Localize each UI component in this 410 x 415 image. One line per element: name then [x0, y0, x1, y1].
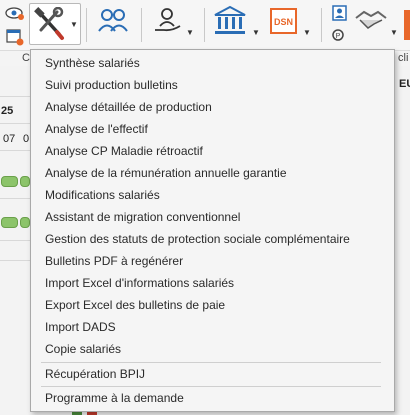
grid-line: [0, 96, 30, 97]
menu-item-recuperation-bpij[interactable]: Récupération BPIJ: [31, 363, 394, 385]
menu-item-suivi-production-bulletins[interactable]: Suivi production bulletins: [31, 74, 394, 96]
svg-text:P: P: [336, 33, 341, 40]
menu-item-export-excel-bulletins[interactable]: Export Excel des bulletins de paie: [31, 294, 394, 316]
menu-item-gestion-statuts-protection[interactable]: Gestion des statuts de protection social…: [31, 228, 394, 250]
svg-text:DSN: DSN: [274, 17, 293, 27]
status-pill[interactable]: [1, 176, 18, 187]
handshake-icon: [355, 10, 387, 29]
view-eye-button[interactable]: [4, 4, 26, 22]
person-hand-icon: [155, 8, 181, 32]
menu-item-bulletins-pdf-regenerer[interactable]: Bulletins PDF à regénérer: [31, 250, 394, 272]
status-pill[interactable]: [20, 217, 30, 228]
calendar-icon: [6, 29, 24, 46]
menu-item-analyse-cp-maladie[interactable]: Analyse CP Maladie rétroactif: [31, 140, 394, 162]
chevron-down-icon: ▼: [186, 28, 194, 37]
chevron-down-icon: ▼: [303, 28, 311, 37]
ribbon-toolbar: ▼ ▼ ▼ DSN ▼ P ▼: [0, 0, 410, 51]
day-number: 25: [1, 105, 14, 117]
contact-card-icon: [332, 5, 347, 21]
menu-item-modifications-salaries[interactable]: Modifications salariés: [31, 184, 394, 206]
ribbon-group-label-left: C: [22, 52, 30, 64]
person-settings-icon: P: [332, 29, 344, 41]
menu-item-import-excel-informations[interactable]: Import Excel d'informations salariés: [31, 272, 394, 294]
menu-item-import-dads[interactable]: Import DADS: [31, 316, 394, 338]
calendar-settings-button[interactable]: [4, 27, 26, 47]
eye-settings-icon: [5, 7, 24, 20]
menu-item-analyse-remuneration-garantie[interactable]: Analyse de la rémunération annuelle gara…: [31, 162, 394, 184]
toolbar-separator: [86, 8, 87, 42]
grid-line: [0, 260, 30, 261]
chevron-down-icon: ▼: [252, 28, 260, 37]
menu-item-analyse-detaillee-production[interactable]: Analyse détaillée de production: [31, 96, 394, 118]
social-care-button[interactable]: ▼: [150, 4, 194, 42]
institution-building-icon: [214, 5, 246, 34]
organisms-button[interactable]: ▼: [212, 4, 260, 42]
ribbon-group-label-right: cli: [398, 52, 409, 64]
status-pill[interactable]: [20, 176, 30, 187]
column-label: 07: [3, 133, 16, 145]
tools-wrench-hammer-icon: [34, 7, 64, 40]
accent-strip: [404, 10, 410, 40]
dsn-document-icon: DSN: [270, 8, 297, 34]
toolbar-separator: [204, 8, 205, 42]
menu-item-programme-demande[interactable]: Programme à la demande: [31, 387, 394, 409]
menu-item-assistant-migration[interactable]: Assistant de migration conventionnel: [31, 206, 394, 228]
menu-item-copie-salaries[interactable]: Copie salariés: [31, 338, 394, 360]
grid-line: [0, 240, 30, 241]
toolbar-separator: [141, 8, 142, 42]
tools-menu-button[interactable]: ▼: [29, 3, 81, 45]
right-edge-label: EU: [399, 78, 410, 90]
employees-button[interactable]: [96, 4, 132, 42]
contact-card-button[interactable]: [330, 4, 350, 22]
column-label: 0: [23, 133, 30, 145]
menu-item-synthese-salaries[interactable]: Synthèse salariés: [31, 52, 394, 74]
menu-item-analyse-effectif[interactable]: Analyse de l'effectif: [31, 118, 394, 140]
chevron-down-icon: ▼: [390, 28, 398, 37]
grid-line: [0, 150, 30, 151]
chevron-down-icon: ▼: [70, 20, 78, 29]
contact-settings-button[interactable]: P: [330, 27, 350, 47]
tools-dropdown-menu: Synthèse salariés Suivi production bulle…: [30, 49, 395, 412]
partners-button[interactable]: ▼: [354, 4, 402, 42]
toolbar-separator: [321, 8, 322, 42]
status-pill[interactable]: [1, 217, 18, 228]
dsn-button[interactable]: DSN ▼: [268, 4, 312, 42]
grid-line: [0, 198, 30, 199]
grid-line: [0, 123, 30, 124]
people-group-icon: [98, 9, 128, 32]
